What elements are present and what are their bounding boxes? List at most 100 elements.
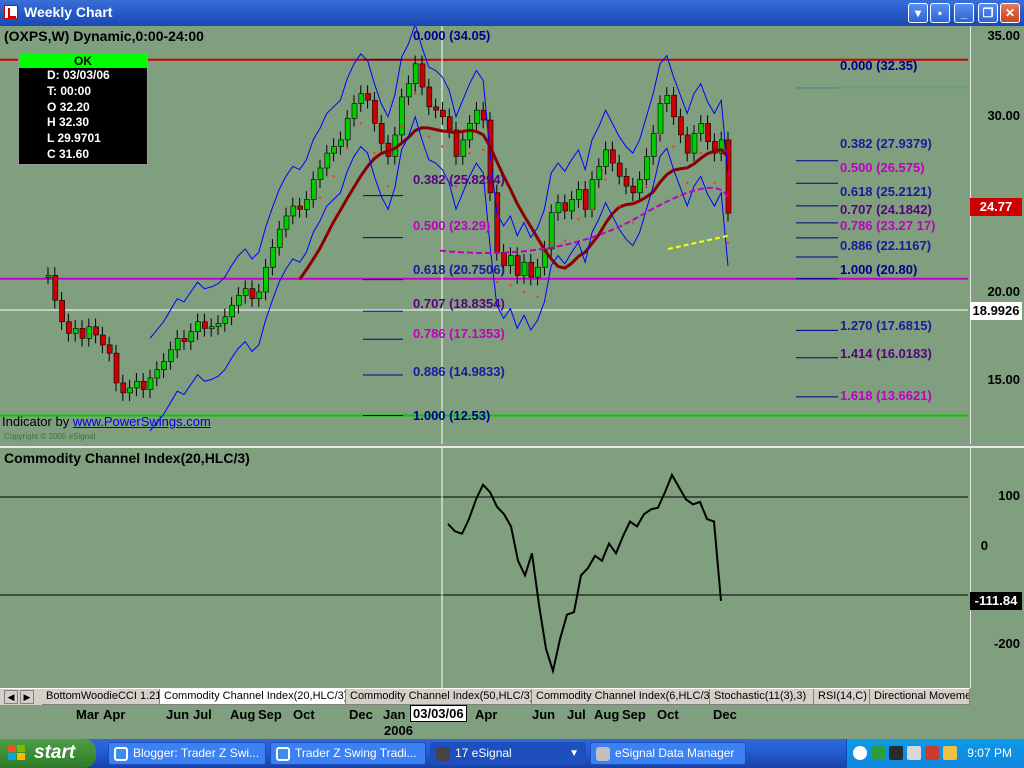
candle-body [657, 103, 664, 134]
tab-scroll-right-icon[interactable]: ▶ [20, 690, 34, 704]
security-icon[interactable] [907, 746, 921, 760]
candle-body [331, 146, 337, 154]
candle-body [596, 166, 603, 180]
task-blogger[interactable]: Blogger: Trader Z Swi... [108, 742, 266, 765]
candle-body [358, 93, 365, 104]
cci-tick-label: -200 [993, 636, 1020, 651]
parabolic-dot [577, 218, 580, 221]
candle-body [535, 266, 541, 278]
indicator-credit: Indicator by www.PowerSwings.com [2, 414, 211, 429]
candle-body [691, 132, 698, 154]
data-window-status: OK [19, 54, 147, 68]
date-tick-label: Apr [103, 707, 126, 722]
restore-button[interactable]: ❐ [978, 3, 998, 23]
fib-left-label: 0.500 (23.29) [413, 218, 491, 233]
ie-icon [276, 747, 290, 761]
date-tick-label: Jan [383, 707, 406, 722]
candle-body [644, 156, 650, 180]
candle-body [338, 139, 344, 147]
volume-icon[interactable] [943, 746, 957, 760]
date-axis[interactable]: Mar Apr Jun Jul Aug Sep Oct Dec Jan Apr … [0, 705, 1024, 739]
group-dropdown-icon[interactable]: ▼ [569, 743, 579, 764]
candle-body [290, 205, 297, 217]
parabolic-dot [618, 204, 621, 208]
candle-body [508, 255, 514, 266]
powerswings-link[interactable]: www.PowerSwings.com [73, 414, 211, 429]
start-button[interactable]: start [0, 739, 96, 768]
tab-scroll-left-icon[interactable]: ◀ [4, 690, 18, 704]
help-button[interactable]: ▾ [908, 3, 928, 23]
candle-body [297, 205, 303, 210]
minimize-button[interactable]: ▪ [930, 3, 950, 23]
tab-stochastic[interactable]: Stochastic(11(3),3) [710, 689, 814, 705]
candle-body [446, 116, 453, 131]
candle-body [120, 382, 127, 394]
candle-body [45, 275, 52, 278]
tab-cci-20[interactable]: Commodity Channel Index(20,HLC/3) [160, 689, 346, 705]
candle-body [521, 261, 528, 276]
esignal-icon [436, 747, 450, 761]
close-button[interactable]: ✕ [1000, 3, 1020, 23]
cci-last-value: -111.84 [970, 592, 1022, 610]
system-tray: 9:07 PM [846, 739, 1024, 768]
cci-pane[interactable]: Commodity Channel Index(20,HLC/3) 100 0 … [0, 446, 1024, 688]
printer-icon[interactable] [889, 746, 903, 760]
candle-body [79, 328, 86, 339]
task-data-manager[interactable]: eSignal Data Manager [590, 742, 746, 765]
data-window-close: C 31.60 [47, 146, 90, 161]
parabolic-dot [713, 181, 716, 185]
tab-bottomwoodiecci[interactable]: BottomWoodieCCI 1.21 [42, 689, 160, 705]
title-bar[interactable]: Weekly Chart ▾ ▪ _ ❐ ✕ [0, 0, 1024, 26]
copyright-text: Copyright © 2005 eSignal [4, 432, 96, 441]
network-icon[interactable] [871, 746, 885, 760]
price-pane[interactable]: (OXPS,W) Dynamic,0:00-24:00 35.00 30.00 … [0, 26, 1024, 444]
candle-body [222, 316, 229, 324]
candle-body [582, 189, 589, 210]
tab-directional-movement[interactable]: Directional Moveme [870, 689, 970, 705]
date-tick-label: Jul [567, 707, 586, 722]
task-label: Blogger: Trader Z Swi... [133, 746, 260, 760]
tab-cci-50[interactable]: Commodity Channel Index(50,HLC/3) [346, 689, 532, 705]
candle-body [569, 199, 575, 212]
candle-body [208, 326, 215, 330]
candle-body [372, 99, 378, 124]
price-tick-label: 30.00 [987, 108, 1020, 123]
tray-expand-icon[interactable] [853, 746, 867, 760]
parabolic-dot [699, 151, 702, 155]
candle-body [263, 266, 269, 293]
candle-body [548, 212, 555, 250]
candle-body [283, 215, 290, 230]
tab-cci-6[interactable]: Commodity Channel Index(6,HLC/3) [532, 689, 710, 705]
parabolic-dot [373, 151, 376, 155]
antivirus-icon[interactable] [925, 746, 939, 760]
candle-body [671, 94, 677, 118]
candle-body [351, 103, 358, 119]
parabolic-dot [726, 241, 730, 245]
parabolic-dot [686, 181, 689, 185]
data-window-time: T: 00:00 [47, 83, 92, 98]
fib-left-label: 0.886 (14.9833) [413, 364, 505, 379]
candle-body [202, 321, 208, 329]
candle-body [188, 331, 195, 342]
price-tick-label: 15.00 [987, 372, 1020, 387]
parabolic-dot [509, 284, 512, 287]
candle-body [215, 323, 222, 328]
parabolic-dot [346, 146, 349, 150]
task-esignal[interactable]: 17 eSignal ▼ [430, 742, 586, 765]
parabolic-dot [386, 184, 390, 188]
date-tick-label: Dec [713, 707, 737, 722]
candle-body [678, 116, 684, 136]
candle-body [317, 167, 324, 180]
candle-body [623, 175, 630, 187]
candle-body [419, 63, 426, 88]
data-window[interactable]: OK D: 03/03/06 T: 00:00 O 32.20 H 32.30 … [18, 53, 148, 165]
task-trader-z[interactable]: Trader Z Swing Tradi... [270, 742, 426, 765]
date-tick-label: Mar [76, 707, 100, 722]
date-tick-label: Oct [293, 707, 315, 722]
data-window-low: L 29.9701 [47, 131, 101, 146]
tab-rsi[interactable]: RSI(14,C) [814, 689, 870, 705]
chart-app-icon [4, 5, 18, 19]
minimize-button[interactable]: _ [954, 3, 974, 23]
candle-body [705, 123, 711, 142]
fib-left-label: 0.618 (20.7506) [413, 262, 505, 277]
